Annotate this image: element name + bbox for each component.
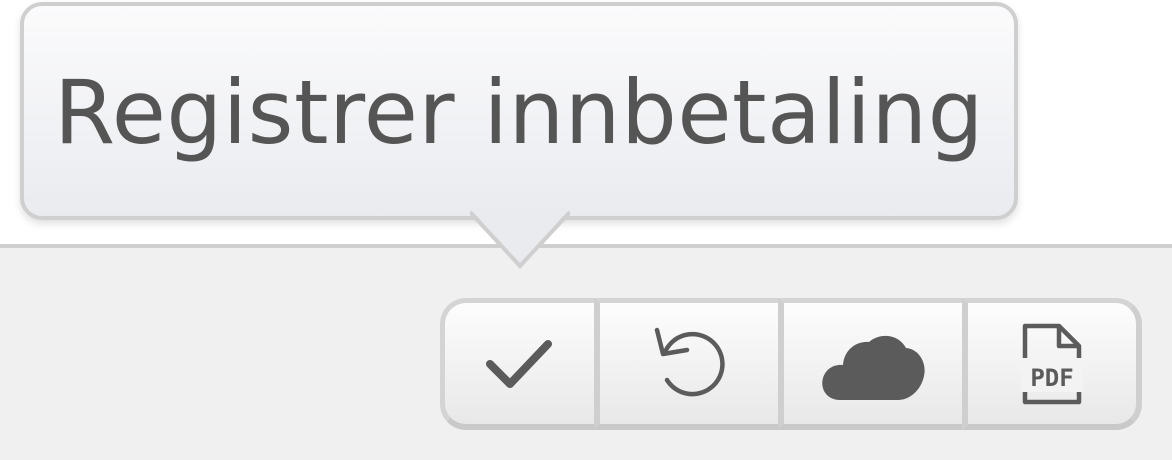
undo-icon	[654, 327, 725, 396]
pdf-button[interactable]: PDF	[962, 298, 1142, 430]
tooltip-arrow	[470, 208, 570, 269]
tooltip-text: Registrer innbetaling	[54, 61, 984, 164]
cloud-icon	[822, 335, 925, 400]
tooltip: Registrer innbetaling	[20, 2, 1018, 220]
checkmark-icon	[485, 339, 552, 388]
pdf-icon-label: PDF	[1030, 364, 1073, 392]
confirm-button[interactable]	[440, 298, 594, 430]
cloud-button[interactable]	[778, 298, 962, 430]
action-button-group: PDF	[440, 298, 1142, 430]
undo-button[interactable]	[594, 298, 778, 430]
pdf-document-icon: PDF	[1021, 323, 1083, 404]
